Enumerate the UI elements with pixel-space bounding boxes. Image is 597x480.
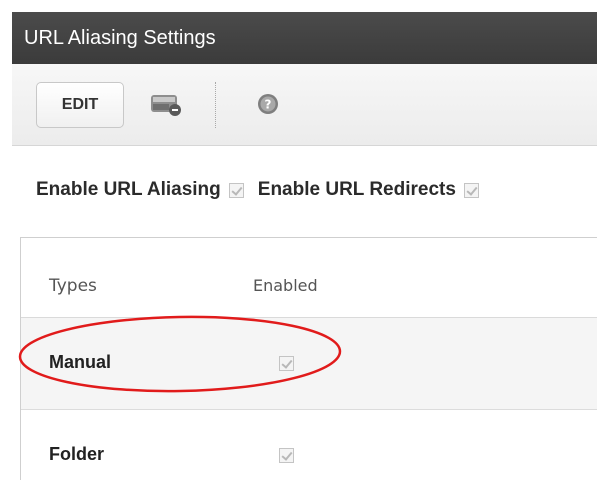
table-row-manual: Manual [21, 318, 597, 410]
column-header-types: Types [49, 276, 97, 296]
enable-url-redirects-label: Enable URL Redirects [257, 179, 456, 200]
folder-enabled-checkbox[interactable] [279, 448, 294, 463]
window-title: URL Aliasing Settings [12, 12, 597, 64]
save-disk-icon[interactable] [150, 91, 182, 119]
svg-text:?: ? [265, 98, 272, 112]
table-row-folder: Folder [21, 410, 597, 480]
edit-button[interactable]: EDIT [36, 82, 124, 128]
toolbar-separator [215, 82, 216, 128]
table-header-row: Types Enabled [21, 238, 597, 318]
column-header-enabled: Enabled [253, 276, 318, 295]
toolbar: EDIT ? [12, 64, 597, 146]
type-name-manual: Manual [49, 352, 112, 372]
enable-url-redirects-checkbox[interactable] [463, 182, 479, 198]
help-icon[interactable]: ? [257, 93, 279, 115]
alias-types-table: Types Enabled Manual Folder [20, 237, 597, 480]
manual-enabled-checkbox[interactable] [279, 356, 294, 371]
type-name-folder: Folder [49, 444, 105, 464]
url-aliasing-settings-window: URL Aliasing Settings EDIT ? Enable URL … [12, 12, 597, 480]
url-options-row: Enable URL Aliasing Enable URL Redirects [36, 172, 479, 208]
enable-url-aliasing-checkbox[interactable] [228, 182, 244, 198]
enable-url-aliasing-label: Enable URL Aliasing [36, 179, 221, 200]
